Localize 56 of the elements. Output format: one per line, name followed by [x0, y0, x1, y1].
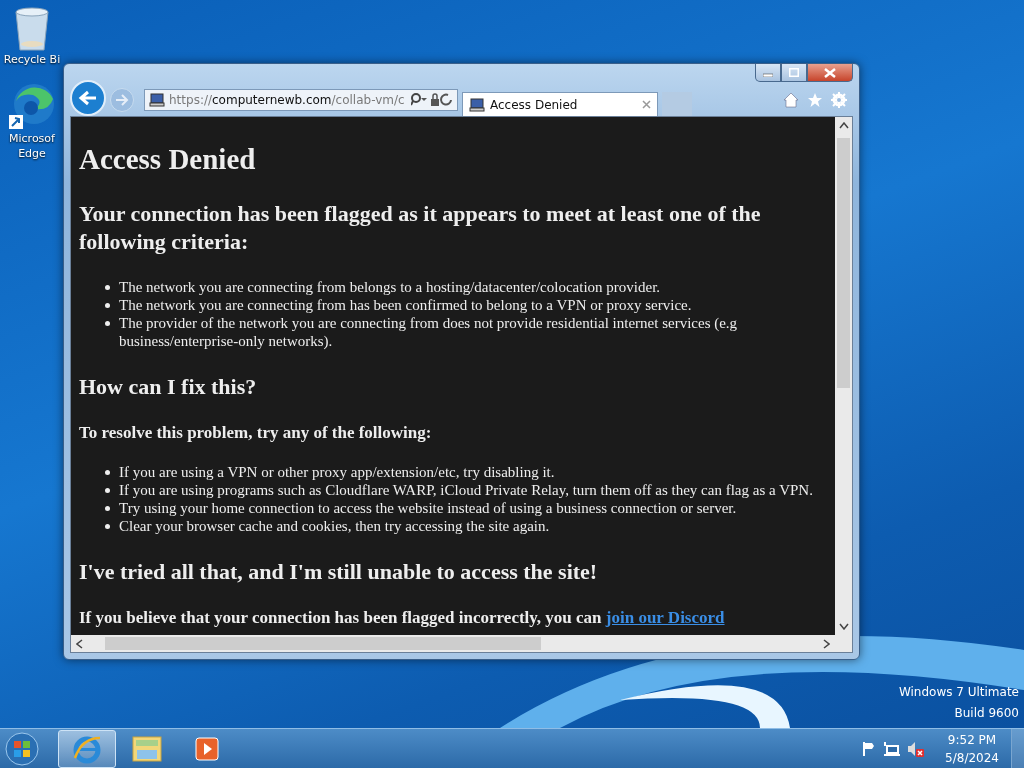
bullet-icon	[105, 470, 110, 475]
windows-logo	[5, 731, 39, 766]
address-field[interactable]: https://computernewb.com/collab-vm/c	[144, 89, 458, 111]
bullet-icon	[105, 524, 110, 529]
maximize-icon	[789, 68, 799, 77]
folder-icon	[131, 733, 163, 764]
network-icon[interactable]	[883, 740, 902, 757]
home-icon[interactable]	[783, 92, 799, 108]
list-item: The provider of the network you are connecting from does not provide residential internet services (e.g business/enterprise-only networks).	[119, 315, 738, 349]
media-player-icon	[194, 735, 220, 762]
bullet-icon	[105, 321, 110, 326]
subheading: If you believe that your connection has been flagged incorrectly, you can join our Discord	[79, 608, 726, 628]
list-item: If you are using programs such as Cloudflare WARP, iCloud Private Relay, turn them off as they can flag as a VPN.	[119, 482, 813, 498]
browser-tab[interactable]: Access Denied	[462, 92, 658, 116]
computer-icon	[469, 96, 485, 113]
taskbar-app-button[interactable]	[58, 729, 116, 768]
close-button[interactable]	[807, 64, 853, 82]
desktop-icon-label[interactable]: Recycle Bi	[2, 52, 62, 67]
bullet-icon	[105, 488, 110, 493]
back-button[interactable]	[70, 80, 106, 116]
discord-link[interactable]: join our Discord	[605, 608, 725, 627]
maximize-button[interactable]	[781, 64, 807, 82]
os-version-text: Windows 7 Ultimate	[898, 684, 1019, 701]
close-icon	[824, 67, 836, 78]
forward-arrow-icon	[115, 94, 129, 106]
bullet-icon	[105, 285, 110, 290]
close-tab-icon[interactable]	[642, 100, 651, 109]
star-icon[interactable]	[807, 92, 823, 108]
list-item: The network you are connecting from has been confirmed to belong to a VPN or proxy service.	[119, 297, 692, 313]
clock-time[interactable]: 9:52 PM	[945, 730, 999, 749]
muted-speaker-icon[interactable]	[907, 740, 926, 757]
back-arrow-icon	[78, 90, 98, 106]
scroll-up-icon[interactable]	[838, 122, 849, 129]
scroll-left-icon[interactable]	[76, 638, 83, 649]
bullet-icon	[105, 303, 110, 308]
bullet-icon	[105, 506, 110, 511]
clock-date[interactable]: 5/8/2024	[945, 748, 999, 767]
minimize-button[interactable]	[755, 64, 781, 82]
section-heading: I've tried all that, and I'm still unable to access the site!	[79, 558, 599, 586]
computer-icon	[149, 92, 165, 108]
recycle-bin-icon[interactable]	[12, 6, 52, 52]
section-heading: How can I fix this?	[79, 373, 258, 401]
list-item: If you are using a VPN or other proxy app/extension/etc, try disabling it.	[119, 464, 555, 480]
scroll-down-icon[interactable]	[838, 623, 849, 630]
list-item: The network you are connecting from belongs to a hosting/datacenter/colocation provider.	[119, 279, 661, 295]
scroll-right-icon[interactable]	[823, 638, 830, 649]
list-item: Clear your browser cache and cookies, then try accessing the site again.	[119, 518, 550, 534]
os-version-text: Build 9600	[953, 705, 1019, 722]
edge-icon[interactable]	[7, 81, 57, 131]
address-controls-drawing	[411, 93, 453, 107]
vertical-scrollbar[interactable]	[835, 117, 852, 635]
list-item: Try using your home connection to access the website instead of using a business connection or server.	[119, 500, 737, 516]
subheading: To resolve this problem, try any of the following:	[79, 423, 433, 443]
desktop-icon-label[interactable]: Microsof Edge	[2, 131, 62, 161]
page-heading: Access Denied	[79, 143, 257, 176]
section-heading: Your connection has been flagged as it appears to meet at least one of the following criteria:	[79, 200, 762, 256]
